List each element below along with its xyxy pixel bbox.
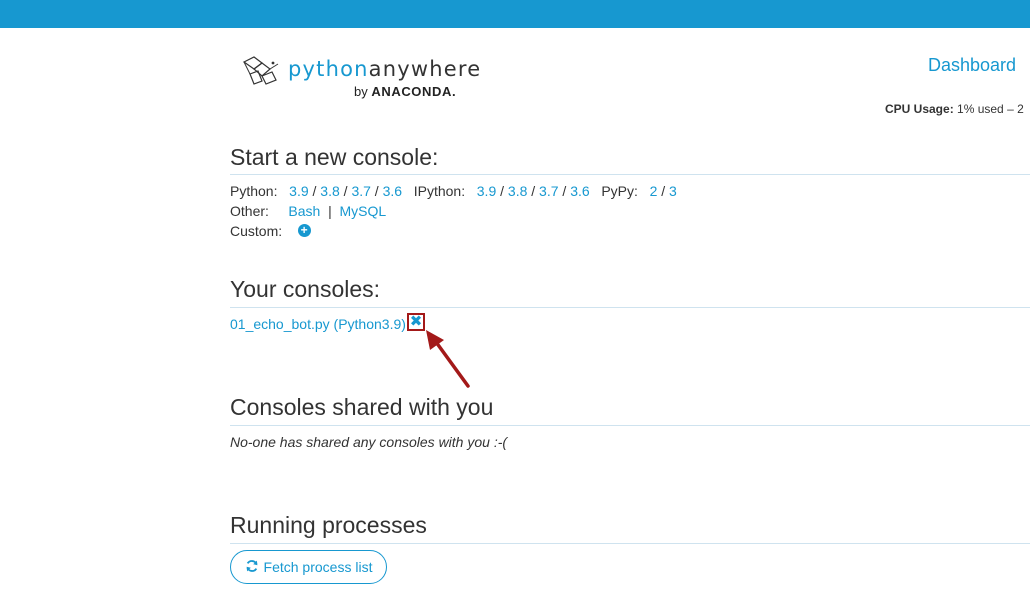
section-divider — [230, 543, 1030, 544]
other-consoles-row: Other: Bash | MySQL — [230, 203, 386, 219]
section-divider — [230, 307, 1030, 308]
shared-consoles-empty-note: No-one has shared any consoles with you … — [230, 434, 508, 450]
python-3-9-link[interactable]: 3.9 — [289, 183, 308, 199]
logo-word-python: python — [288, 57, 369, 81]
bash-link[interactable]: Bash — [288, 203, 320, 219]
top-bar — [0, 0, 1030, 28]
python-label: Python: — [230, 183, 278, 199]
slash-separator: / — [562, 183, 567, 199]
slash-separator: / — [661, 183, 666, 199]
pypy-label: PyPy: — [601, 183, 638, 199]
shared-consoles-heading: Consoles shared with you — [230, 394, 494, 420]
custom-label: Custom: — [230, 223, 283, 239]
slash-separator: / — [531, 183, 536, 199]
pythonanywhere-logo[interactable]: pythonanywhere by ANACONDA. — [240, 54, 480, 104]
logo-word-anywhere: anywhere — [368, 57, 482, 81]
dashboard-link[interactable]: Dashboard — [928, 55, 1016, 76]
logo-brand-text: ANACONDA. — [371, 84, 457, 99]
your-consoles-heading: Your consoles: — [230, 276, 381, 302]
python-3-7-link[interactable]: 3.7 — [351, 183, 370, 199]
cpu-usage: CPU Usage: 1% used – 2 — [885, 102, 1024, 116]
pipe-separator: | — [328, 203, 332, 219]
logo-by-text: by — [354, 84, 368, 99]
slash-separator: / — [374, 183, 379, 199]
refresh-icon — [246, 560, 257, 573]
running-processes-heading: Running processes — [230, 512, 427, 538]
mysql-link[interactable]: MySQL — [339, 203, 386, 219]
start-console-heading: Start a new console: — [230, 144, 439, 170]
slash-separator: / — [343, 183, 348, 199]
pypy-3-link[interactable]: 3 — [669, 183, 677, 199]
add-custom-console-icon[interactable]: + — [297, 223, 311, 237]
ipython-label: IPython: — [413, 183, 466, 199]
logo-wordmark: pythonanywhere — [288, 57, 481, 81]
logo-byline: by ANACONDA. — [354, 84, 456, 99]
python-3-6-link[interactable]: 3.6 — [383, 183, 402, 199]
close-icon: ✖ — [409, 313, 423, 330]
custom-console-row: Custom: + — [230, 223, 311, 239]
slash-separator: / — [312, 183, 317, 199]
python-3-8-link[interactable]: 3.8 — [320, 183, 339, 199]
ipython-3-9-link[interactable]: 3.9 — [477, 183, 496, 199]
cpu-usage-value: 1% used – 2 — [957, 102, 1024, 116]
ipython-3-7-link[interactable]: 3.7 — [539, 183, 558, 199]
annotation-arrow-icon — [426, 330, 470, 388]
pypy-2-link[interactable]: 2 — [650, 183, 658, 199]
slash-separator: / — [500, 183, 505, 199]
other-label: Other: — [230, 203, 269, 219]
section-divider — [230, 425, 1030, 426]
cpu-usage-label: CPU Usage: — [885, 102, 954, 116]
fetch-process-list-button[interactable]: Fetch process list — [230, 550, 387, 584]
ipython-3-8-link[interactable]: 3.8 — [508, 183, 527, 199]
ipython-3-6-link[interactable]: 3.6 — [570, 183, 589, 199]
fetch-process-list-label: Fetch process list — [263, 559, 373, 575]
section-divider — [230, 174, 1030, 175]
console-launch-row: Python: 3.9 / 3.8 / 3.7 / 3.6 IPython: 3… — [230, 183, 677, 199]
console-item-link[interactable]: 01_echo_bot.py (Python3.9) — [230, 316, 406, 332]
snake-logo-icon — [242, 56, 279, 85]
